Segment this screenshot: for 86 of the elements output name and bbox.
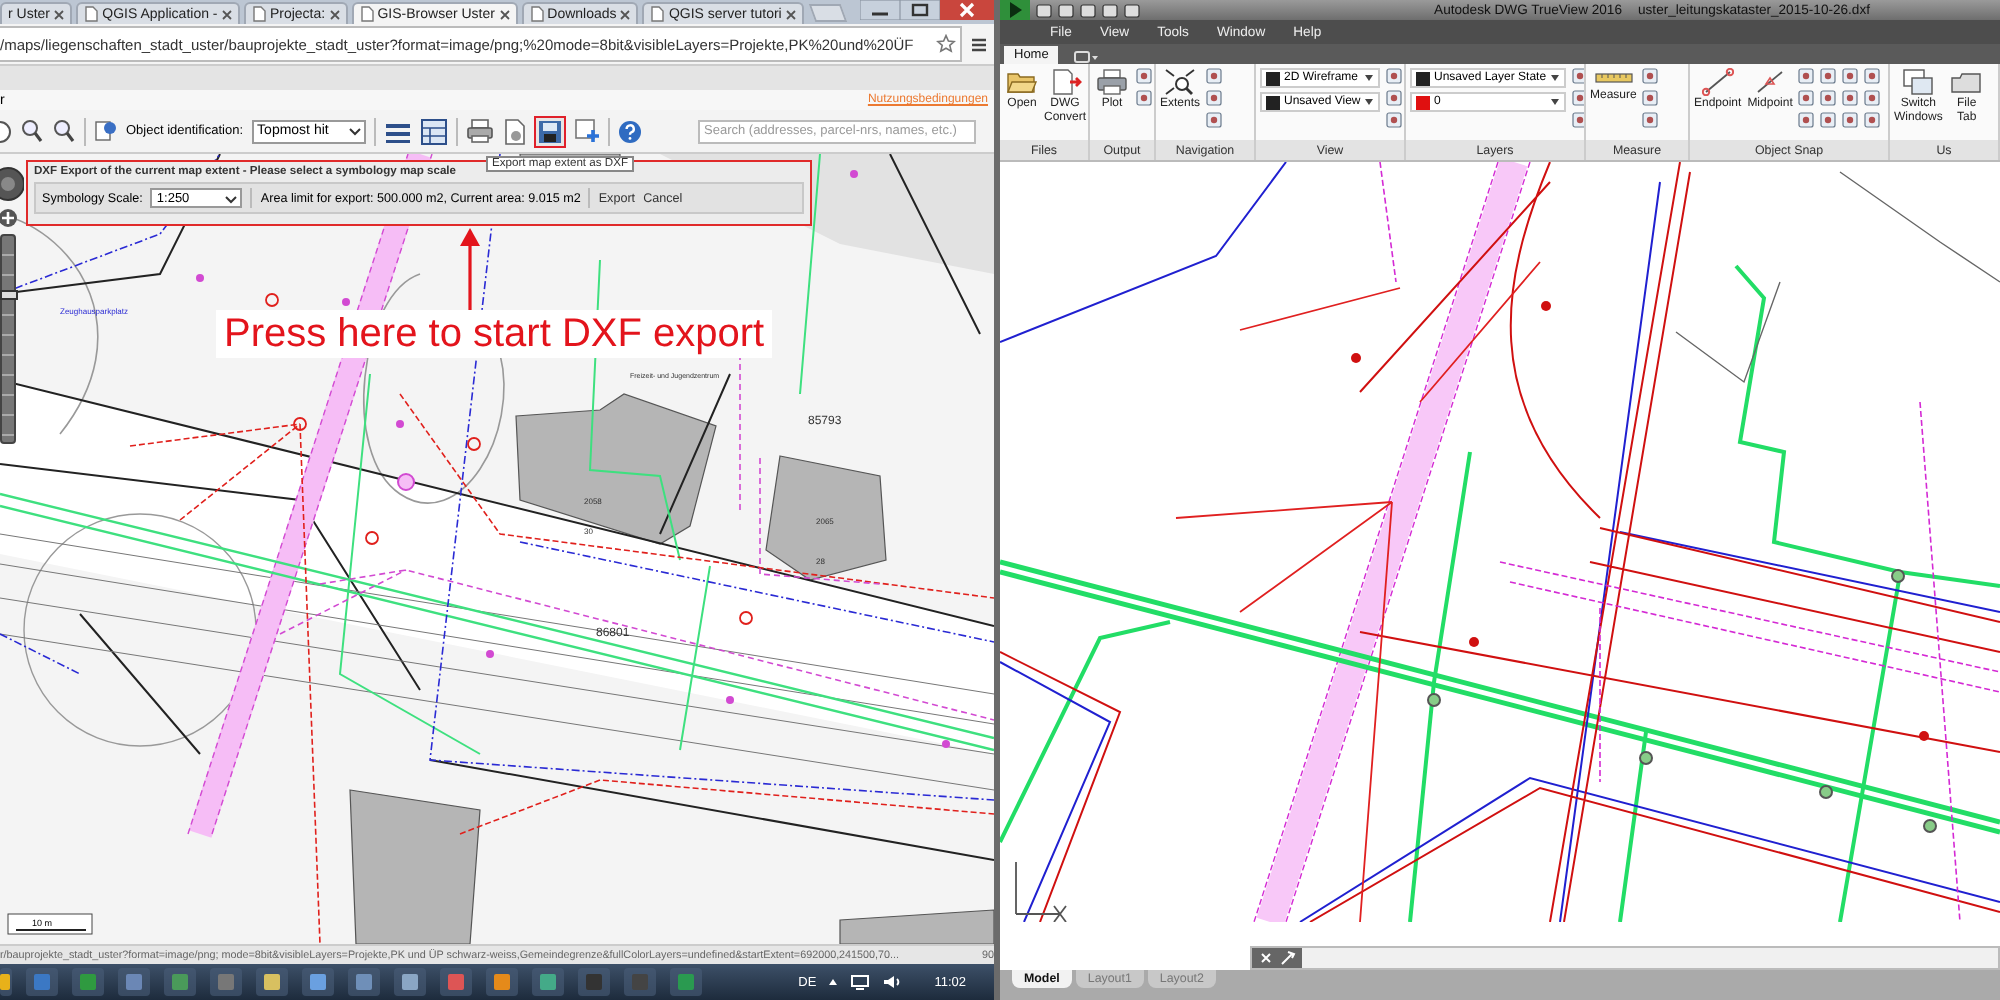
tool-icon[interactable]: [1136, 68, 1152, 84]
taskbar-app-icon[interactable]: [256, 968, 288, 996]
annotation-text: Press here to start DXF export: [216, 310, 773, 358]
taskbar-app-icon[interactable]: [348, 968, 380, 996]
tool-icon[interactable]: [1642, 112, 1659, 128]
tool-icon[interactable]: [1642, 68, 1659, 84]
caret-icon: [1364, 98, 1375, 106]
info-icon[interactable]: [94, 119, 118, 143]
add-icon[interactable]: [573, 118, 600, 144]
tool-icon[interactable]: [1386, 112, 1403, 128]
help-icon[interactable]: [617, 119, 642, 143]
taskbar-app-icon[interactable]: [164, 968, 196, 996]
taskbar-app-icon[interactable]: [118, 968, 150, 996]
tool-icon[interactable]: [1386, 68, 1403, 84]
taskbar-app-icon[interactable]: [670, 968, 702, 996]
tool-icon[interactable]: [1642, 90, 1659, 106]
tool-icon[interactable]: [1206, 112, 1223, 128]
tool-icon[interactable]: [1572, 112, 1584, 128]
zoom-slider[interactable]: [0, 234, 16, 444]
caret-icon: [224, 193, 239, 203]
caret-icon[interactable]: [828, 978, 839, 986]
tool-icon[interactable]: [1820, 90, 1837, 106]
minimize-icon[interactable]: [860, 0, 901, 20]
zoom-in-icon[interactable]: [0, 208, 20, 228]
taskbar-app-icon[interactable]: [302, 968, 334, 996]
tool-icon[interactable]: [1820, 112, 1837, 128]
taskbar-app-icon[interactable]: [394, 968, 426, 996]
star-icon[interactable]: [936, 34, 956, 54]
triangle-icon: [1008, 2, 1022, 18]
dxf-export-button[interactable]: [533, 115, 566, 147]
speaker-icon[interactable]: [882, 974, 903, 990]
panel-toggle-icon[interactable]: [1074, 50, 1099, 64]
close-icon[interactable]: [786, 9, 797, 19]
tool-icon[interactable]: [1798, 90, 1815, 106]
tool-icon[interactable]: [1136, 90, 1152, 106]
tool-icon[interactable]: [1864, 112, 1881, 128]
tool-icon[interactable]: [1842, 68, 1859, 84]
zoom-out-icon[interactable]: [52, 117, 76, 145]
view-icon: [1416, 71, 1430, 85]
ruler-icon: [1593, 68, 1634, 88]
tool-icon[interactable]: [1386, 90, 1403, 106]
table-icon[interactable]: [419, 117, 448, 145]
tool-icon[interactable]: [1798, 112, 1815, 128]
zoom-in-icon[interactable]: [20, 117, 44, 145]
network-icon[interactable]: [850, 974, 871, 990]
tool-icon[interactable]: [1572, 90, 1584, 106]
tool-icon[interactable]: [1206, 90, 1223, 106]
tool-icon[interactable]: [1798, 68, 1815, 84]
folder-icon: [1006, 68, 1038, 96]
caret-icon: [1364, 74, 1375, 82]
close-icon[interactable]: [54, 9, 65, 19]
tool-icon[interactable]: [1842, 90, 1859, 106]
slider-thumb[interactable]: [0, 290, 18, 300]
taskbar-app-icon[interactable]: [72, 968, 104, 996]
tool-icon[interactable]: [0, 117, 12, 145]
line-endpoint-icon: [1701, 68, 1734, 96]
taskbar-app-icon[interactable]: [486, 968, 518, 996]
line-midpoint-icon: [1754, 68, 1787, 96]
coordinate-axes-icon: [1015, 861, 1067, 922]
close-icon[interactable]: [221, 9, 232, 19]
close-icon[interactable]: [1252, 948, 1302, 968]
close-icon[interactable]: [329, 9, 340, 19]
tool-icon[interactable]: [1864, 90, 1881, 106]
layers-icon[interactable]: [383, 119, 412, 143]
caret-icon: [347, 126, 362, 136]
layer-swatch-icon: [1416, 95, 1430, 109]
close-icon[interactable]: [499, 9, 510, 19]
tool-icon[interactable]: [1820, 68, 1837, 84]
caret-icon: [1550, 98, 1561, 106]
close-icon[interactable]: [940, 0, 994, 20]
annotation-arrow: [458, 228, 482, 312]
close-icon[interactable]: [620, 9, 631, 19]
maximize-icon[interactable]: [900, 0, 941, 20]
menu-icon[interactable]: [970, 35, 988, 53]
application-menu-button[interactable]: [1000, 0, 1030, 20]
caret-icon: [1550, 74, 1561, 82]
tool-icon[interactable]: [1842, 112, 1859, 128]
folder-tab-icon: [1950, 68, 1983, 96]
pan-control-icon[interactable]: [0, 166, 24, 202]
taskbar-app-icon[interactable]: [0, 968, 12, 996]
document-icon[interactable]: [501, 117, 526, 145]
tool-icon[interactable]: [1864, 68, 1881, 84]
tool-icon[interactable]: [1206, 68, 1223, 84]
printer-icon[interactable]: [465, 118, 494, 144]
tool-icon[interactable]: [1572, 68, 1584, 84]
taskbar-app-icon[interactable]: [532, 968, 564, 996]
